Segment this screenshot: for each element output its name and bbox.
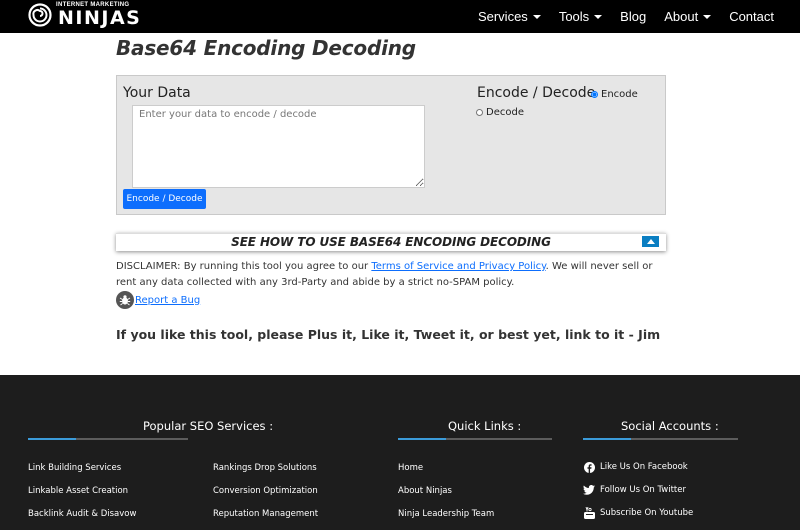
divider-accent [583,438,631,440]
nav-contact-label: Contact [729,9,774,24]
main-nav: Services Tools Blog About Contact [478,0,800,33]
top-navbar: INTERNET MARKETING NINJAS Services Tools… [0,0,800,33]
collapse-toggle-button[interactable] [642,236,659,247]
decode-radio[interactable] [476,109,483,116]
quick-links-heading: Quick Links : [448,419,522,433]
bug-icon [116,291,134,309]
nav-about-label: About [664,9,699,24]
report-bug-link[interactable]: Report a Bug [135,295,200,306]
nav-contact[interactable]: Contact [729,9,774,24]
chevron-down-icon [532,14,541,19]
nav-blog-label: Blog [620,9,647,24]
encode-radio-label: Encode [601,89,638,100]
disclaimer-text: DISCLAIMER: By running this tool you agr… [116,259,672,291]
footer-link-about-ninjas[interactable]: About Ninjas [398,486,452,496]
page-title: Base64 Encoding Decoding [116,36,416,60]
divider-accent [398,438,446,440]
social-accounts-divider [583,438,738,440]
popular-services-heading: Popular SEO Services : [143,419,274,433]
social-youtube-label: Subscribe On Youtube [600,508,694,518]
encode-decode-button[interactable]: Encode / Decode [123,189,206,209]
nav-tools[interactable]: Tools [558,9,603,24]
logo-wordmark: NINJAS [58,7,142,29]
nav-services-label: Services [477,9,528,24]
social-twitter-label: Follow Us On Twitter [600,485,686,495]
popular-services-divider [28,438,188,440]
footer-link-linkable-asset[interactable]: Linkable Asset Creation [28,486,128,496]
footer-link-leadership[interactable]: Ninja Leadership Team [398,509,494,519]
footer-link-link-building[interactable]: Link Building Services [28,463,121,473]
site-logo[interactable]: INTERNET MARKETING NINJAS [28,1,142,31]
social-accounts-heading: Social Accounts : [621,419,719,433]
howto-accordion[interactable]: SEE HOW TO USE BASE64 ENCODING DECODING [116,233,666,251]
social-twitter-link[interactable]: Follow Us On Twitter [583,484,686,496]
footer-link-conversion[interactable]: Conversion Optimization [213,486,318,496]
howto-title: SEE HOW TO USE BASE64 ENCODING DECODING [231,235,551,249]
social-facebook-link[interactable]: Like Us On Facebook [583,461,688,473]
your-data-label: Your Data [123,85,191,101]
social-facebook-label: Like Us On Facebook [600,462,688,472]
footer-link-backlink-audit[interactable]: Backlink Audit & Disavow [28,509,136,519]
footer-link-home[interactable]: Home [398,463,423,473]
nav-services[interactable]: Services [478,9,541,24]
footer-link-rankings-drop[interactable]: Rankings Drop Solutions [213,463,317,473]
youtube-icon [583,507,595,519]
quick-links-divider [398,438,552,440]
decode-option[interactable]: Decode [476,107,524,118]
divider-accent [28,438,76,440]
social-youtube-link[interactable]: Subscribe On Youtube [583,507,693,519]
nav-tools-label: Tools [558,9,590,24]
data-input[interactable] [132,105,425,188]
mode-label: Encode / Decode [477,85,596,101]
report-bug-row: Report a Bug [116,291,200,309]
twitter-icon [583,484,595,496]
encode-option[interactable]: Encode [591,89,638,100]
tool-panel: Your Data Encode / Decode Encode / Decod… [116,75,666,215]
share-prompt: If you like this tool, please Plus it, L… [116,327,661,342]
site-footer: Popular SEO Services : Quick Links : Soc… [0,375,800,530]
chevron-down-icon [594,14,603,19]
decode-radio-label: Decode [486,107,524,118]
nav-blog[interactable]: Blog [620,9,646,24]
facebook-icon [583,461,595,473]
encode-radio[interactable] [591,91,598,98]
disclaimer-prefix: DISCLAIMER: By running this tool you agr… [116,261,372,272]
chevron-down-icon [703,14,712,19]
nav-about[interactable]: About [664,9,712,24]
arrow-up-icon [646,239,655,244]
ninja-swirl-icon [28,3,52,27]
terms-link[interactable]: Terms of Service and Privacy Policy [371,261,545,272]
footer-link-reputation[interactable]: Reputation Management [213,509,318,519]
